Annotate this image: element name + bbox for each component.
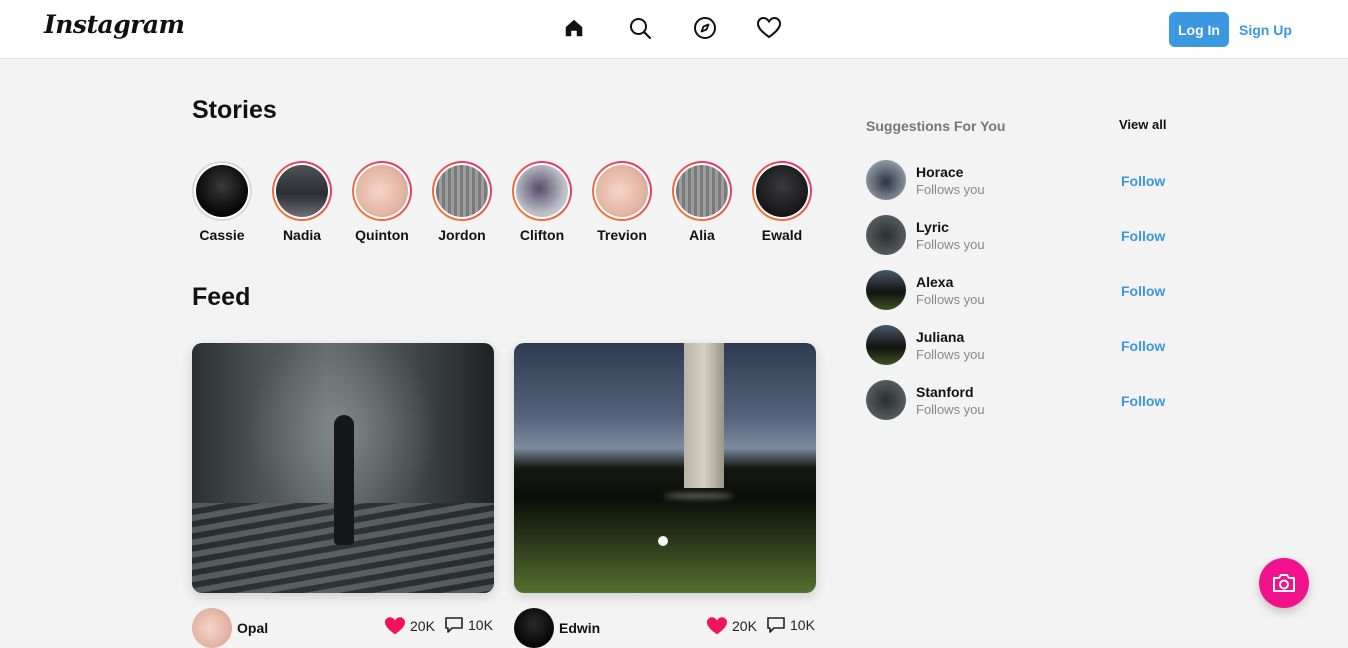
story-item[interactable]: Alia: [672, 161, 752, 243]
suggestion-subtitle: Follows you: [916, 237, 985, 252]
story-ring: [592, 161, 652, 221]
story-avatar: [356, 165, 408, 217]
heart-icon[interactable]: [755, 14, 783, 42]
comment-button[interactable]: 10K: [444, 616, 493, 634]
heart-filled-icon: [385, 617, 405, 635]
story-name: Cassie: [199, 227, 245, 243]
feed-post: Opal 20K 10K: [192, 343, 494, 648]
story-item[interactable]: Quinton: [352, 161, 432, 243]
story-item[interactable]: Ewald: [752, 161, 832, 243]
home-icon[interactable]: [560, 14, 588, 42]
post-meta: Edwin 20K 10K: [514, 608, 816, 648]
stories-title: Stories: [192, 96, 277, 124]
view-all-link[interactable]: View all: [1119, 117, 1166, 132]
avatar[interactable]: [866, 380, 906, 420]
avatar[interactable]: [866, 270, 906, 310]
compass-icon[interactable]: [691, 14, 719, 42]
story-ring: [752, 161, 812, 221]
story-name: Ewald: [761, 227, 803, 243]
suggestion-item: Horace Follows you Follow: [866, 160, 1166, 200]
avatar[interactable]: [514, 608, 554, 648]
comment-icon: [767, 617, 785, 633]
like-count: 20K: [732, 618, 757, 634]
comment-button[interactable]: 10K: [766, 616, 815, 634]
avatar[interactable]: [866, 325, 906, 365]
story-name: Jordon: [438, 227, 486, 243]
suggestion-name[interactable]: Alexa: [916, 274, 953, 290]
login-button[interactable]: Log In: [1169, 12, 1229, 47]
follow-button[interactable]: Follow: [1121, 393, 1165, 409]
follow-button[interactable]: Follow: [1121, 283, 1165, 299]
follow-button[interactable]: Follow: [1121, 173, 1165, 189]
stories-list: Cassie Nadia Quinton Jordon Clifton Trev…: [192, 161, 832, 243]
like-button[interactable]: 20K: [384, 616, 435, 636]
avatar[interactable]: [866, 160, 906, 200]
story-name: Quinton: [355, 227, 409, 243]
like-count: 20K: [410, 618, 435, 634]
avatar[interactable]: [866, 215, 906, 255]
story-avatar: [596, 165, 648, 217]
story-avatar: [276, 165, 328, 217]
top-bar: Instagram Log In Sign Up: [0, 0, 1348, 59]
camera-icon: [1273, 574, 1295, 592]
story-ring: [352, 161, 412, 221]
post-image[interactable]: [192, 343, 494, 593]
follow-button[interactable]: Follow: [1121, 228, 1165, 244]
story-item[interactable]: Nadia: [272, 161, 352, 243]
story-item[interactable]: Jordon: [432, 161, 512, 243]
suggestion-subtitle: Follows you: [916, 182, 985, 197]
suggestion-name[interactable]: Juliana: [916, 329, 964, 345]
suggestions-title: Suggestions For You: [866, 118, 1006, 134]
story-ring: [512, 161, 572, 221]
story-ring: [432, 161, 492, 221]
story-name: Nadia: [282, 227, 322, 243]
story-name: Trevion: [597, 227, 647, 243]
feed-title: Feed: [192, 283, 251, 311]
feed-post: Edwin 20K 10K: [514, 343, 816, 648]
comment-icon: [445, 617, 463, 633]
like-button[interactable]: 20K: [706, 616, 757, 636]
avatar[interactable]: [192, 608, 232, 648]
story-avatar: [196, 165, 248, 217]
follow-button[interactable]: Follow: [1121, 338, 1165, 354]
suggestion-subtitle: Follows you: [916, 292, 985, 307]
suggestion-name[interactable]: Horace: [916, 164, 963, 180]
suggestion-item: Juliana Follows you Follow: [866, 325, 1166, 365]
comment-count: 10K: [468, 617, 493, 633]
comment-count: 10K: [790, 617, 815, 633]
post-username[interactable]: Opal: [237, 620, 268, 636]
post-username[interactable]: Edwin: [559, 620, 600, 636]
story-avatar: [756, 165, 808, 217]
story-item[interactable]: Clifton: [512, 161, 592, 243]
suggestion-item: Lyric Follows you Follow: [866, 215, 1166, 255]
story-avatar: [436, 165, 488, 217]
signup-link[interactable]: Sign Up: [1239, 12, 1292, 47]
heart-filled-icon: [707, 617, 727, 635]
story-avatar: [516, 165, 568, 217]
suggestion-subtitle: Follows you: [916, 347, 985, 362]
story-ring: [672, 161, 732, 221]
search-icon[interactable]: [626, 14, 654, 42]
story-name: Clifton: [519, 227, 565, 243]
story-ring: [192, 161, 252, 221]
suggestion-item: Alexa Follows you Follow: [866, 270, 1166, 310]
camera-button[interactable]: [1259, 558, 1309, 608]
suggestion-name[interactable]: Lyric: [916, 219, 949, 235]
post-image[interactable]: [514, 343, 816, 593]
post-meta: Opal 20K 10K: [192, 608, 494, 648]
suggestion-subtitle: Follows you: [916, 402, 985, 417]
story-item[interactable]: Trevion: [592, 161, 672, 243]
instagram-logo[interactable]: Instagram: [44, 10, 185, 39]
story-ring: [272, 161, 332, 221]
story-item[interactable]: Cassie: [192, 161, 272, 243]
suggestion-name[interactable]: Stanford: [916, 384, 974, 400]
story-avatar: [676, 165, 728, 217]
story-name: Alia: [689, 227, 715, 243]
suggestion-item: Stanford Follows you Follow: [866, 380, 1166, 420]
